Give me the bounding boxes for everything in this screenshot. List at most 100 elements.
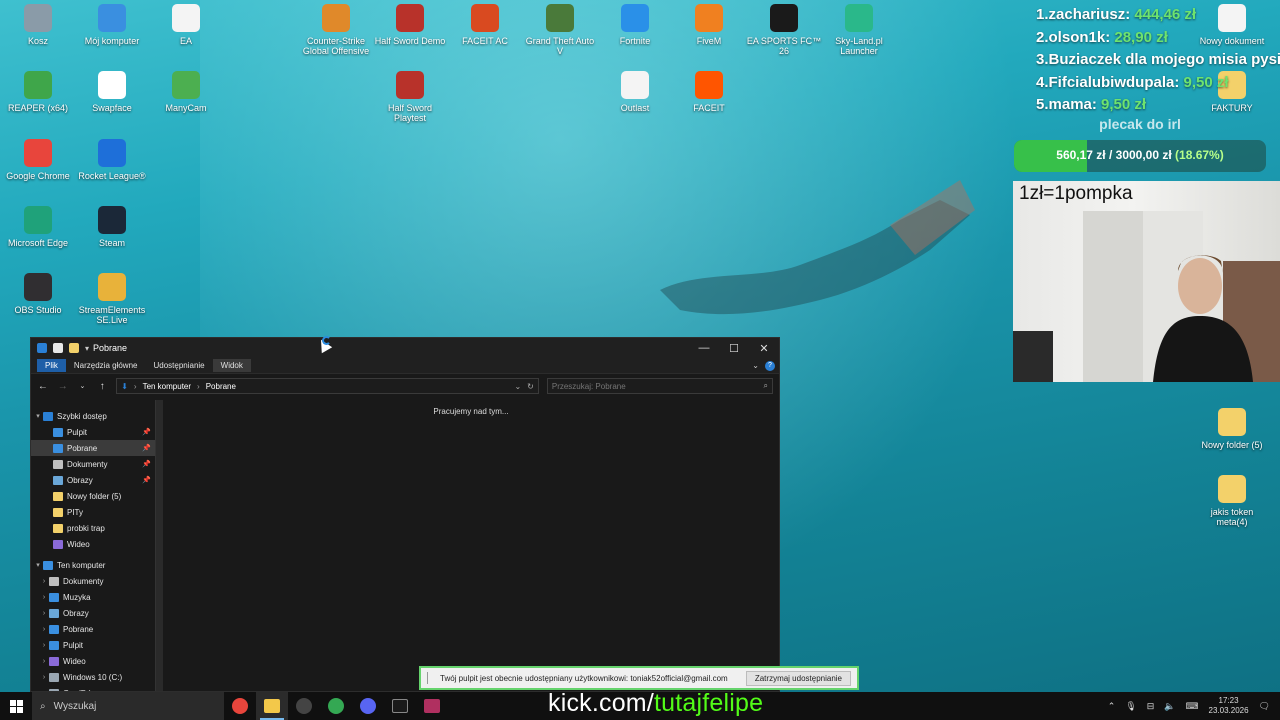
explorer-titlebar[interactable]: ▾ Pobrane — ☐ ✕ [31,338,779,358]
expand-chevron-icon[interactable]: › [39,690,49,692]
search-box[interactable]: ⌕ [546,378,774,394]
taskbar-app-discord[interactable] [352,692,384,720]
microphone-icon[interactable]: 🎙 [1125,701,1136,712]
desktop-icon[interactable]: Steam [74,206,150,248]
taskbar-app-terminal[interactable] [384,692,416,720]
notifications-icon[interactable]: 🗨 [1259,701,1270,712]
nav-quick-access-item[interactable]: Dokumenty 📌 [31,456,155,472]
desktop-icon[interactable]: Grand Theft Auto V [522,4,598,56]
expand-chevron-icon[interactable]: › [39,578,49,585]
file-explorer-window[interactable]: ▾ Pobrane — ☐ ✕ Plik Narzędzia główne Ud… [30,337,780,692]
drag-handle[interactable] [427,672,430,684]
file-list[interactable]: Pracujemy nad tym... [163,400,779,691]
help-icon[interactable]: ? [765,360,775,371]
desktop-icon[interactable]: Half Sword Playtest [372,71,448,123]
nav-quick-access-item[interactable]: Pulpit 📌 [31,424,155,440]
expand-ribbon-icon[interactable]: ⌄ [752,361,759,370]
refresh-icon[interactable]: ↻ [527,382,534,391]
clock[interactable]: 17:23 23.03.2026 [1209,696,1249,716]
nav-this-pc[interactable]: ▾ Ten komputer [31,557,155,573]
desktop-icon[interactable]: FACEIT AC [447,4,523,46]
desktop-icon[interactable]: Fortnite [597,4,673,46]
stop-sharing-button[interactable]: Zatrzymaj udostępnianie [745,670,851,686]
breadcrumb-this-pc[interactable]: Ten komputer [143,382,191,391]
back-button[interactable]: ← [37,381,49,392]
desktop-icon[interactable]: Half Sword Demo [372,4,448,46]
tab-share[interactable]: Udostępnianie [145,359,212,372]
desktop-icon[interactable]: Microsoft Edge [0,206,76,248]
desktop-icon[interactable]: Mój komputer [74,4,150,46]
nav-this-pc-item[interactable]: › Pulpit [31,637,155,653]
new-folder-icon[interactable] [69,343,79,353]
taskbar-app-file-explorer[interactable] [256,692,288,720]
tab-home[interactable]: Narzędzia główne [66,359,146,372]
network-icon[interactable]: ⊟ [1147,701,1155,712]
minimize-button[interactable]: — [689,342,719,355]
expand-chevron-icon[interactable]: › [39,642,49,649]
desktop-icon[interactable]: FACEIT [671,71,747,113]
expand-chevron-icon[interactable]: ▾ [33,412,43,420]
tab-view[interactable]: Widok [212,359,251,372]
nav-this-pc-item[interactable]: › Dokumenty [31,573,155,589]
tray-overflow-icon[interactable]: ⌃ [1108,701,1116,712]
desktop-icon[interactable]: jakis token meta(4) [1194,475,1270,527]
desktop-icon[interactable]: FiveM [671,4,747,46]
desktop-icon[interactable]: Google Chrome [0,139,76,181]
nav-quick-access[interactable]: ▾ Szybki dostęp [31,408,155,424]
expand-chevron-icon[interactable]: › [39,658,49,665]
volume-icon[interactable]: 🔈 [1164,701,1175,712]
language-icon[interactable]: ⌨ [1186,701,1199,712]
taskbar-app-obs[interactable] [288,692,320,720]
nav-quick-access-item[interactable]: Wideo [31,536,155,552]
desktop-icon[interactable]: Rocket League® [74,139,150,181]
taskbar-app-chrome[interactable] [224,692,256,720]
expand-chevron-icon[interactable]: › [39,626,49,633]
swapface-icon [98,71,126,99]
address-bar[interactable]: ⬇ › Ten komputer › Pobrane ⌄ ↻ [116,378,539,394]
desktop-icon[interactable]: REAPER (x64) [0,71,76,113]
taskbar-search[interactable]: ⌕ Wyszukaj [32,692,224,720]
nav-this-pc-item[interactable]: › Windows 10 (C:) [31,669,155,685]
maximize-button[interactable]: ☐ [719,342,749,355]
desktop-icon[interactable]: Swapface [74,71,150,113]
desktop-icon[interactable]: EA [148,4,224,46]
close-button[interactable]: ✕ [749,342,779,355]
nav-quick-access-item[interactable]: Nowy folder (5) [31,488,155,504]
start-button[interactable] [0,692,32,720]
forward-button[interactable]: → [57,381,69,392]
expand-chevron-icon[interactable]: › [39,674,49,681]
search-input[interactable] [551,381,752,391]
nav-quick-access-item[interactable]: PITy [31,504,155,520]
desktop-icon[interactable]: ManyCam [148,71,224,113]
recent-locations-button[interactable]: ⌄ [77,382,89,390]
desktop-icon[interactable]: OBS Studio [0,273,76,315]
nav-quick-access-item[interactable]: Pobrane 📌 [31,440,155,456]
nav-this-pc-item[interactable]: › Obrazy [31,605,155,621]
nav-this-pc-item[interactable]: › Pobrane [31,621,155,637]
nav-this-pc-item[interactable]: › Gry (D:) [31,685,155,691]
properties-icon[interactable] [53,343,63,353]
desktop-icon[interactable]: Nowy folder (5) [1194,408,1270,450]
navigation-scrollbar[interactable] [155,400,163,691]
desktop-icon[interactable]: Sky-Land.pl Launcher [821,4,897,56]
nav-quick-access-item[interactable]: probki trap [31,520,155,536]
breadcrumb-downloads[interactable]: Pobrane [206,382,236,391]
desktop-icon[interactable]: EA SPORTS FC™ 26 [746,4,822,56]
quick-access-dropdown-icon[interactable]: ▾ [85,344,89,353]
expand-chevron-icon[interactable]: › [39,610,49,617]
desktop-icon[interactable]: Outlast [597,71,673,113]
screen-share-notification: Twój pulpit jest obecnie udostępniany uż… [419,666,859,690]
nav-this-pc-item[interactable]: › Muzyka [31,589,155,605]
nav-quick-access-item[interactable]: Obrazy 📌 [31,472,155,488]
desktop-icon[interactable]: StreamElements SE.Live [74,273,150,325]
expand-chevron-icon[interactable]: › [39,594,49,601]
taskbar-app-google-chrome-alt[interactable] [320,692,352,720]
expand-chevron-icon[interactable]: ▾ [33,561,43,569]
desktop-icon[interactable]: Kosz [0,4,76,46]
desktop-icon[interactable]: Counter-Strike Global Offensive [298,4,374,56]
taskbar-app-winrar[interactable] [416,692,448,720]
tab-file[interactable]: Plik [37,359,66,372]
address-history-icon[interactable]: ⌄ [514,382,521,391]
up-button[interactable]: ↑ [96,381,108,392]
nav-this-pc-item[interactable]: › Wideo [31,653,155,669]
